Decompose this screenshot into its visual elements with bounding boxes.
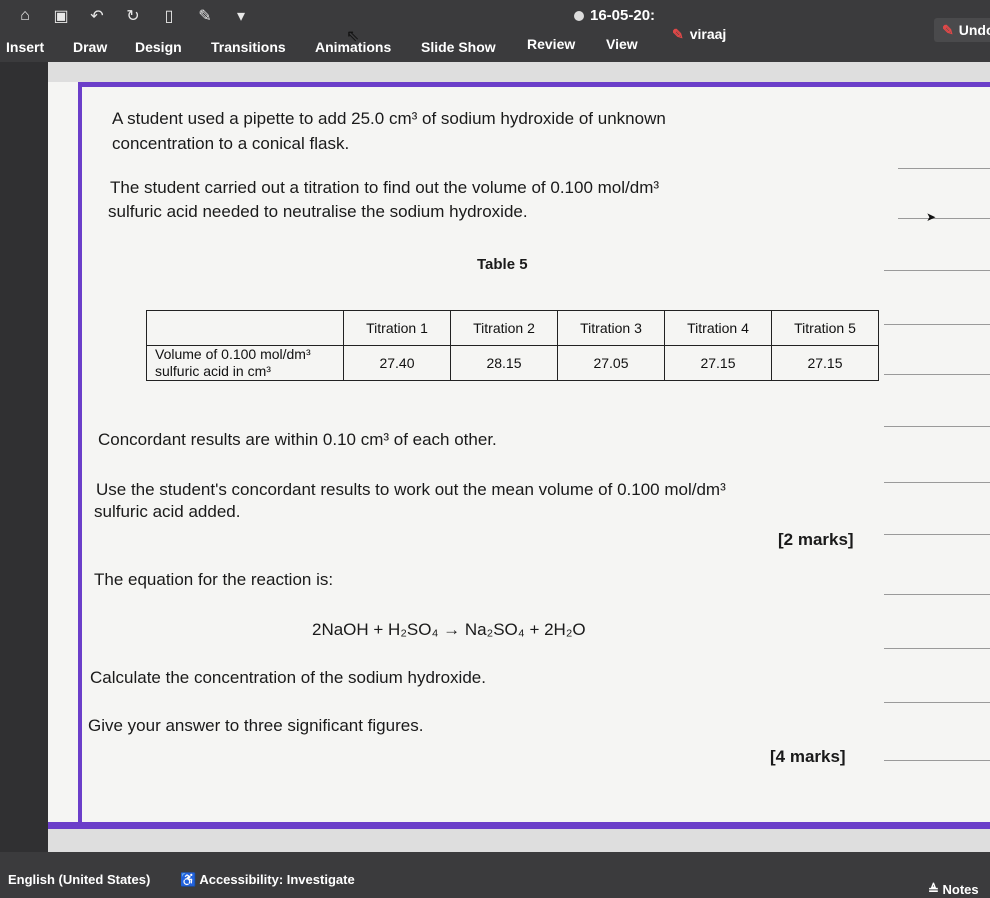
new-slide-icon[interactable]: ▯ xyxy=(160,6,178,26)
concordant-note: Concordant results are within 0.10 cm³ o… xyxy=(98,430,497,449)
file-title[interactable]: 16-05-20: xyxy=(574,7,655,24)
slide-canvas: A student used a pipette to add 25.0 cm³… xyxy=(48,62,990,852)
question-2-line-2: Give your answer to three significant fi… xyxy=(88,716,424,735)
notes-button[interactable]: ≜ Notes xyxy=(928,882,979,898)
tab-draw[interactable]: Draw xyxy=(73,39,107,55)
slide-border-left xyxy=(78,82,82,827)
row-label-line-1: Volume of 0.100 mol/dm³ xyxy=(155,346,311,362)
accessibility-indicator[interactable]: ♿ Accessibility: Investigate xyxy=(180,872,355,888)
table-header-cell: Titration 5 xyxy=(771,310,879,346)
tab-transitions[interactable]: Transitions xyxy=(211,39,286,55)
intro-line-1: A student used a pipette to add 25.0 cm³… xyxy=(112,109,666,128)
answer-line xyxy=(884,374,990,375)
table-header-cell xyxy=(146,310,344,346)
table-header-cell: Titration 4 xyxy=(664,310,772,346)
autosave-icon xyxy=(574,11,584,22)
answer-line xyxy=(884,426,990,427)
ribbon-tabs: Insert Draw Design Transitions Animation… xyxy=(0,32,990,62)
table-header-row: Titration 1 Titration 2 Titration 3 Titr… xyxy=(146,310,879,346)
table-cell: 28.15 xyxy=(450,345,558,381)
question-2-marks: [4 marks] xyxy=(770,747,846,766)
redo-icon[interactable]: ↻ xyxy=(124,6,142,26)
tab-design[interactable]: Design xyxy=(135,39,182,55)
answer-line xyxy=(898,218,990,219)
tab-insert[interactable]: Insert xyxy=(6,39,44,55)
table-cell: 27.15 xyxy=(771,345,879,381)
answer-line xyxy=(884,760,990,761)
answer-line xyxy=(898,168,990,169)
answer-line xyxy=(884,482,990,483)
answer-line xyxy=(884,702,990,703)
quick-access-toolbar: ⌂ ▣ ↶ ↻ ▯ ✎ ▾ xyxy=(16,6,250,26)
question-1-marks: [2 marks] xyxy=(778,530,854,549)
undo-button[interactable]: ✎Undo xyxy=(934,18,990,42)
table-header-cell: Titration 2 xyxy=(450,310,558,346)
arrow-cursor-icon: ➤ xyxy=(926,210,937,224)
table-row-label: Volume of 0.100 mol/dm³ sulfuric acid in… xyxy=(146,345,344,381)
pen-icon: ✎ xyxy=(672,26,684,42)
table-header-cell: Titration 3 xyxy=(557,310,665,346)
question-1-line-1: Use the student's concordant results to … xyxy=(96,480,726,499)
table-cell: 27.40 xyxy=(343,345,451,381)
draw-icon[interactable]: ✎ xyxy=(196,6,214,26)
accessibility-icon: ♿ xyxy=(180,872,200,887)
home-icon[interactable]: ⌂ xyxy=(16,7,34,25)
table-row: Volume of 0.100 mol/dm³ sulfuric acid in… xyxy=(146,345,879,381)
answer-line xyxy=(884,270,990,271)
answer-line xyxy=(884,324,990,325)
question-2-line-1: Calculate the concentration of the sodiu… xyxy=(90,668,486,687)
pen-icon: ✎ xyxy=(942,22,954,38)
equation-intro: The equation for the reaction is: xyxy=(94,570,334,589)
question-1-line-2: sulfuric acid added. xyxy=(94,502,241,521)
slide[interactable]: A student used a pipette to add 25.0 cm³… xyxy=(48,82,990,829)
mouse-cursor-icon: ⇖ xyxy=(346,28,360,45)
tab-review[interactable]: Review xyxy=(527,36,575,52)
slide-border-top xyxy=(78,82,990,87)
undo-icon[interactable]: ↶ xyxy=(88,6,106,26)
slide-border-bottom xyxy=(48,822,990,829)
tab-slide-show[interactable]: Slide Show xyxy=(421,39,496,55)
intro-line-2: concentration to a conical flask. xyxy=(112,134,350,153)
titration-line-2: sulfuric acid needed to neutralise the s… xyxy=(108,202,528,221)
answer-line xyxy=(884,648,990,649)
language-indicator[interactable]: English (United States) xyxy=(8,872,150,887)
dropdown-icon[interactable]: ▾ xyxy=(232,6,250,26)
table-cell: 27.05 xyxy=(557,345,665,381)
row-label-line-2: sulfuric acid in cm³ xyxy=(155,363,271,379)
save-icon[interactable]: ▣ xyxy=(52,6,70,26)
table-header-cell: Titration 1 xyxy=(343,310,451,346)
titration-line-1: The student carried out a titration to f… xyxy=(110,178,660,197)
answer-line xyxy=(884,594,990,595)
title-bar: ⌂ ▣ ↶ ↻ ▯ ✎ ▾ 16-05-20: xyxy=(0,0,990,32)
answer-line xyxy=(884,534,990,535)
table-cell: 27.15 xyxy=(664,345,772,381)
tab-view[interactable]: View xyxy=(606,36,638,52)
chemical-equation: 2NaOH + H₂SO₄ → Na₂SO₄ + 2H₂O xyxy=(312,620,586,639)
collaborator-indicator[interactable]: ✎ viraaj xyxy=(672,26,726,43)
slide-thumbnail-panel[interactable] xyxy=(0,62,48,852)
results-table: Titration 1 Titration 2 Titration 3 Titr… xyxy=(146,310,879,381)
status-bar: English (United States) ♿ Accessibility:… xyxy=(0,852,990,898)
table-caption: Table 5 xyxy=(477,256,528,273)
